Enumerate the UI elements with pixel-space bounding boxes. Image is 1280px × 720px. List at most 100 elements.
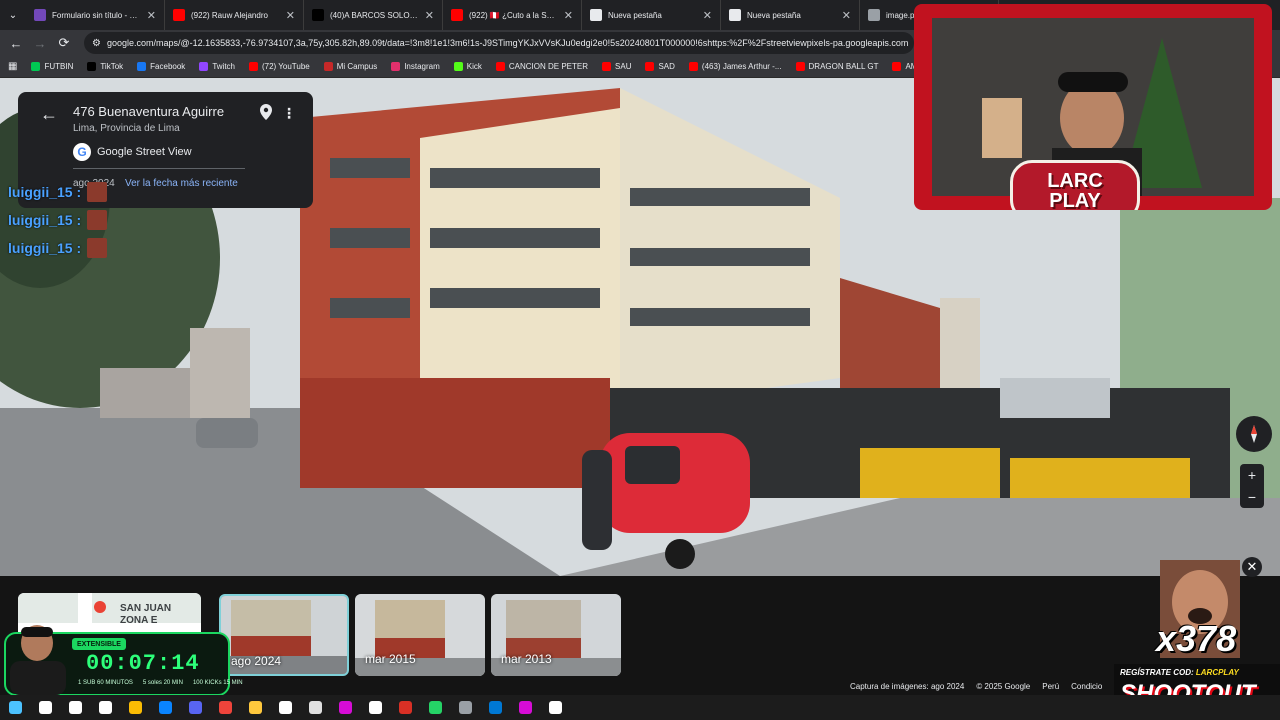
map-pin-icon[interactable] [260,104,272,120]
edge-taskbar-button[interactable] [150,695,180,720]
chat-username: luiggii_15 : [8,212,82,228]
bookmark-label: Facebook [150,62,186,71]
anydesk-icon [218,701,232,714]
footer-item[interactable]: Condicio [1071,682,1102,691]
bookmark-item[interactable]: Mi Campus [323,62,377,71]
emote-counter: x378 [1156,618,1237,659]
calculator-taskbar-button[interactable] [450,695,480,720]
bookmark-item[interactable]: SAD [645,62,675,71]
footer-item[interactable]: © 2025 Google [976,682,1030,691]
divider [73,168,245,169]
chrome-icon [128,701,142,714]
bookmark-item[interactable]: SAU [602,62,631,71]
browser-tab[interactable]: Formulario sin título - For ✕ [26,0,165,30]
bookmark-item[interactable]: (72) YouTube [248,62,310,71]
windows-taskbar-button[interactable] [0,695,30,720]
tab-search-button[interactable]: ⌄ [0,0,26,30]
streamlabs-icon [518,701,532,714]
browser-tab[interactable]: (922) 🇵🇪 ¿Cuto a la Selecci ✕ [443,0,582,30]
calculator-icon [458,701,472,714]
url-text: google.com/maps/@-12.1635833,-76.9734107… [106,38,909,48]
streamlabs-taskbar-button[interactable] [510,695,540,720]
file-explorer-taskbar-button[interactable] [240,695,270,720]
bookmark-icon [645,62,655,71]
bookmark-item[interactable]: (463) James Arthur -... [688,62,782,71]
street-view-label: Google Street View [97,146,192,158]
compass-icon[interactable] [1236,416,1272,452]
whatsapp-icon [428,701,442,714]
task-view-taskbar-button[interactable] [60,695,90,720]
bookmark-label: SAD [658,62,675,71]
footer-item[interactable]: Perú [1042,682,1059,691]
capcut-taskbar-button[interactable] [270,695,300,720]
zoom-in-button[interactable]: + [1240,464,1264,486]
forward-button[interactable]: → [28,31,52,55]
browser-tab[interactable]: (40)A BARCOS SOLO FUE ✕ [304,0,443,30]
zoom-out-button[interactable]: − [1240,486,1264,508]
bookmark-label: DRAGON BALL GT [808,62,879,71]
back-arrow-icon[interactable]: ← [40,104,58,125]
larcplay-logo: LARC PLAY [1010,160,1140,210]
close-tab-icon[interactable]: ✕ [703,9,712,22]
app-taskbar-button[interactable] [300,695,330,720]
map-footer: Captura de imágenes: ago 2024 © 2025 Goog… [850,682,1102,691]
close-timeline-button[interactable]: ✕ [1242,557,1262,577]
address-bar[interactable]: ⚙ google.com/maps/@-12.1635833,-76.97341… [84,32,914,54]
timeline-thumb-ago-2024[interactable]: ago 2024 [219,594,349,676]
discord-icon [188,701,202,714]
discord-taskbar-button[interactable] [180,695,210,720]
close-tab-icon[interactable]: ✕ [564,9,573,22]
more-options-icon[interactable]: ⋮ [282,105,296,122]
edge-icon [158,701,172,714]
browser-tab[interactable]: Nueva pestaña ✕ [582,0,721,30]
thumb-date: mar 2015 [365,652,416,666]
close-tab-icon[interactable]: ✕ [286,9,295,22]
timeline-thumb-mar-2015[interactable]: mar 2015 [355,594,485,676]
bookmark-item[interactable]: TikTok [87,62,123,71]
back-button[interactable]: ← [4,31,28,55]
search-taskbar-button[interactable] [30,695,60,720]
bookmark-label: Twitch [212,62,235,71]
chat-username: luiggii_15 : [8,184,82,200]
streamer-bot-icon [338,701,352,714]
bookmark-item[interactable]: DRAGON BALL GT [795,62,879,71]
windows-taskbar [0,695,1280,720]
forms-icon [34,9,46,21]
latest-date-link[interactable]: Ver la fecha más reciente [125,178,238,189]
chrome-icon [729,9,741,21]
bookmark-icon [391,62,401,71]
steam-taskbar-button[interactable] [540,695,570,720]
bookmark-icon [87,62,97,71]
browser-tab[interactable]: Nueva pestaña ✕ [721,0,860,30]
address-title: 476 Buenaventura Aguirre [73,104,225,119]
record-taskbar-button[interactable] [390,695,420,720]
bookmark-item[interactable]: Twitch [199,62,235,71]
bookmark-item[interactable]: Kick [453,62,482,71]
bookmark-item[interactable]: Instagram [391,62,440,71]
close-tab-icon[interactable]: ✕ [842,9,851,22]
close-tab-icon[interactable]: ✕ [425,9,434,22]
chrome-taskbar-button[interactable] [120,695,150,720]
map-label-1: SAN JUAN [120,603,172,614]
bookmark-item[interactable]: Facebook [137,62,185,71]
bookmark-item[interactable]: CANCION DE PETER [495,62,588,71]
anydesk-taskbar-button[interactable] [210,695,240,720]
whatsapp-taskbar-button[interactable] [420,695,450,720]
reload-button[interactable]: ⟳ [52,31,76,55]
locality-text: Lima, Provincia de Lima [73,123,180,134]
outlook-taskbar-button[interactable] [480,695,510,720]
youtube-icon [451,9,463,21]
browser-tab[interactable]: (922) Rauw Alejandro ✕ [165,0,304,30]
close-tab-icon[interactable]: ✕ [147,9,156,22]
timer-rule: 5 soles 20 MIN [142,680,183,686]
obs-taskbar-button[interactable] [360,695,390,720]
bookmark-item[interactable]: FUTBIN [31,62,73,71]
tab-title: Nueva pestaña [747,10,801,20]
widgets-taskbar-button[interactable] [90,695,120,720]
timeline-thumb-mar-2013[interactable]: mar 2013 [491,594,621,676]
site-info-icon[interactable]: ⚙ [92,38,101,49]
apps-grid-icon[interactable]: ▦ [8,61,17,72]
streamer-bot-taskbar-button[interactable] [330,695,360,720]
tab-title: (40)A BARCOS SOLO FUE [330,10,419,20]
chat-username: luiggii_15 : [8,240,82,256]
